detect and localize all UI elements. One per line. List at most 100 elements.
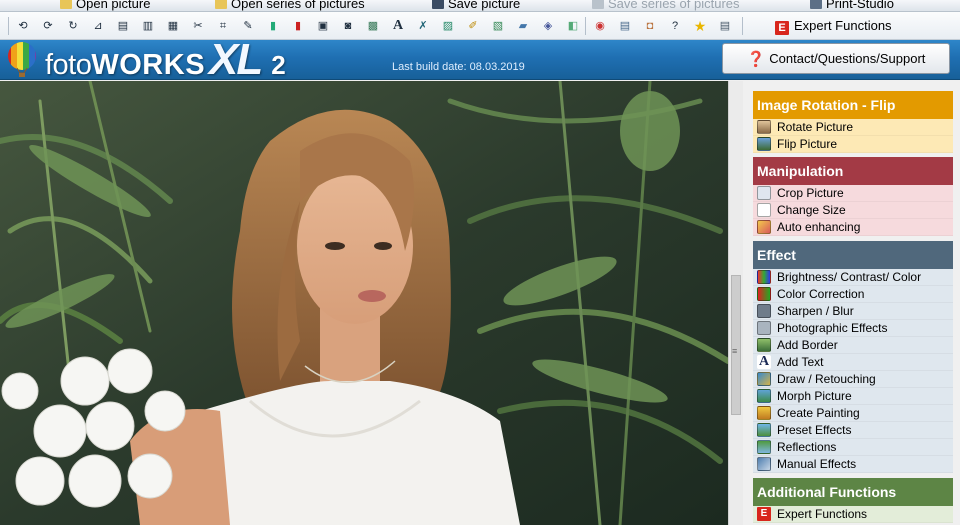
section-title: Additional Functions xyxy=(753,478,953,506)
app-logo-text: fotoWORKSXL 2 xyxy=(45,35,286,84)
sharpen-icon xyxy=(757,304,771,318)
camera-icon[interactable]: ◙ xyxy=(340,18,356,34)
morph-icon xyxy=(757,389,771,403)
painting-icon[interactable]: ✐ xyxy=(465,18,481,34)
menu-bar: Open picture Open series of pictures Sav… xyxy=(0,0,960,12)
hint-icon[interactable]: ? xyxy=(667,18,683,34)
border-icon xyxy=(757,338,771,352)
section-title: Image Rotation - Flip xyxy=(753,91,953,119)
morph-picture-item[interactable]: Morph Picture xyxy=(753,388,953,405)
expert-icon: E xyxy=(757,507,771,521)
morph-icon[interactable]: ▨ xyxy=(440,18,456,34)
printer-icon xyxy=(810,0,822,9)
create-painting-item[interactable]: Create Painting xyxy=(753,405,953,422)
add-text-item[interactable]: A Add Text xyxy=(753,354,953,371)
draw-icon[interactable]: ✗ xyxy=(415,18,431,34)
resize-icon xyxy=(757,203,771,217)
balloon-logo-icon xyxy=(8,42,36,77)
color-correction-icon xyxy=(757,287,771,301)
flip-icon xyxy=(757,137,771,151)
batch-icon[interactable]: ▤ xyxy=(617,18,633,34)
toolbar: ⟲ ⟳ ↻ ⊿ ▤ ▥ ▦ ✂ ⌗ ✎ ▮ ▮ ▣ ◙ ▩ A ✗ ▨ ✐ ▧ … xyxy=(0,12,960,40)
package-icon[interactable]: ◘ xyxy=(642,18,658,34)
text-icon: A xyxy=(757,354,771,369)
scrollbar-thumb[interactable] xyxy=(731,275,741,415)
print-studio-menu[interactable]: Print-Studio xyxy=(810,0,894,11)
save-icon xyxy=(592,0,604,9)
brightness-icon[interactable]: ▮ xyxy=(265,18,281,34)
save-icon xyxy=(432,0,444,9)
draw-retouching-item[interactable]: Draw / Retouching xyxy=(753,371,953,388)
sharpen-icon[interactable]: ▣ xyxy=(315,18,331,34)
border-icon[interactable]: ▩ xyxy=(365,18,381,34)
open-picture-menu[interactable]: Open picture xyxy=(60,0,150,11)
support-button[interactable]: ❓ Contact/Questions/Support xyxy=(722,43,950,74)
section-title: Manipulation xyxy=(753,157,953,185)
painting-icon xyxy=(757,406,771,420)
open-series-menu[interactable]: Open series of pictures xyxy=(215,0,365,11)
expert-functions-item[interactable]: E Expert Functions xyxy=(753,506,953,523)
wand-icon[interactable]: ✎ xyxy=(240,18,256,34)
preset-icon xyxy=(757,423,771,437)
manual-effects-icon xyxy=(757,457,771,471)
scissors-icon xyxy=(757,186,771,200)
crop-icon[interactable]: ⌗ xyxy=(215,18,231,34)
save-picture-menu[interactable]: Save picture xyxy=(432,0,520,11)
refresh-icon[interactable]: ↻ xyxy=(65,18,81,34)
brightness-icon xyxy=(757,270,771,284)
film-icon[interactable]: ▤ xyxy=(115,18,131,34)
wand-icon xyxy=(757,220,771,234)
expert-functions-button[interactable]: E Expert Functions xyxy=(775,18,892,35)
manual-effects-item[interactable]: Manual Effects xyxy=(753,456,953,473)
grip-icon: ≡ xyxy=(732,346,738,356)
brightness-contrast-item[interactable]: Brightness/ Contrast/ Color xyxy=(753,269,953,286)
change-size-item[interactable]: Change Size xyxy=(753,202,953,219)
rotate-right-icon[interactable]: ⟳ xyxy=(40,18,56,34)
section-effect: Effect Brightness/ Contrast/ Color Color… xyxy=(753,241,953,473)
scanner2-icon[interactable]: ▦ xyxy=(165,18,181,34)
draw-icon xyxy=(757,372,771,386)
reflection-icon[interactable]: ▰ xyxy=(515,18,531,34)
portrait-photo xyxy=(0,81,728,525)
build-date: Last build date: 08.03.2019 xyxy=(392,61,525,73)
photographic-effects-item[interactable]: Photographic Effects xyxy=(753,320,953,337)
toolbar-separator xyxy=(8,17,9,35)
expert-icon: E xyxy=(775,21,789,35)
section-additional-functions: Additional Functions E Expert Functions xyxy=(753,478,953,523)
save-series-menu[interactable]: Save series of pictures xyxy=(592,0,740,11)
auto-enhancing-item[interactable]: Auto enhancing xyxy=(753,219,953,236)
text-icon[interactable]: A xyxy=(390,18,406,34)
effects2-icon[interactable]: ◧ xyxy=(565,18,581,34)
rotate-left-icon[interactable]: ⟲ xyxy=(15,18,31,34)
reflection-icon xyxy=(757,440,771,454)
color-correction-item[interactable]: Color Correction xyxy=(753,286,953,303)
scanner-icon[interactable]: ▥ xyxy=(140,18,156,34)
section-image-rotation: Image Rotation - Flip Rotate Picture Fli… xyxy=(753,91,953,153)
section-title: Effect xyxy=(753,241,953,269)
flip-picture-item[interactable]: Flip Picture xyxy=(753,136,953,153)
app-header: fotoWORKSXL 2 Last build date: 08.03.2019… xyxy=(0,35,960,84)
color-correction-icon[interactable]: ▮ xyxy=(290,18,306,34)
rotate-picture-item[interactable]: Rotate Picture xyxy=(753,119,953,136)
red-eye-icon[interactable]: ◉ xyxy=(592,18,608,34)
crop-picture-item[interactable]: Crop Picture xyxy=(753,185,953,202)
preset-icon[interactable]: ▧ xyxy=(490,18,506,34)
star-icon[interactable]: ★ xyxy=(692,18,708,34)
reflections-item[interactable]: Reflections xyxy=(753,439,953,456)
straighten-icon[interactable]: ⊿ xyxy=(90,18,106,34)
folder-icon xyxy=(215,0,227,9)
section-manipulation: Manipulation Crop Picture Change Size Au… xyxy=(753,157,953,236)
toolbar-separator xyxy=(742,17,743,35)
functions-panel: Image Rotation - Flip Rotate Picture Fli… xyxy=(753,81,960,525)
scissors-icon[interactable]: ✂ xyxy=(190,18,206,34)
manual-effects-icon[interactable]: ◈ xyxy=(540,18,556,34)
add-border-item[interactable]: Add Border xyxy=(753,337,953,354)
print-icon[interactable]: ▤ xyxy=(717,18,733,34)
preset-effects-item[interactable]: Preset Effects xyxy=(753,422,953,439)
image-canvas[interactable] xyxy=(0,81,728,525)
panel-splitter[interactable] xyxy=(743,81,753,525)
image-scrollbar[interactable]: ≡ xyxy=(728,81,743,525)
camera-icon xyxy=(757,321,771,335)
toolbar-separator xyxy=(585,17,586,35)
sharpen-blur-item[interactable]: Sharpen / Blur xyxy=(753,303,953,320)
